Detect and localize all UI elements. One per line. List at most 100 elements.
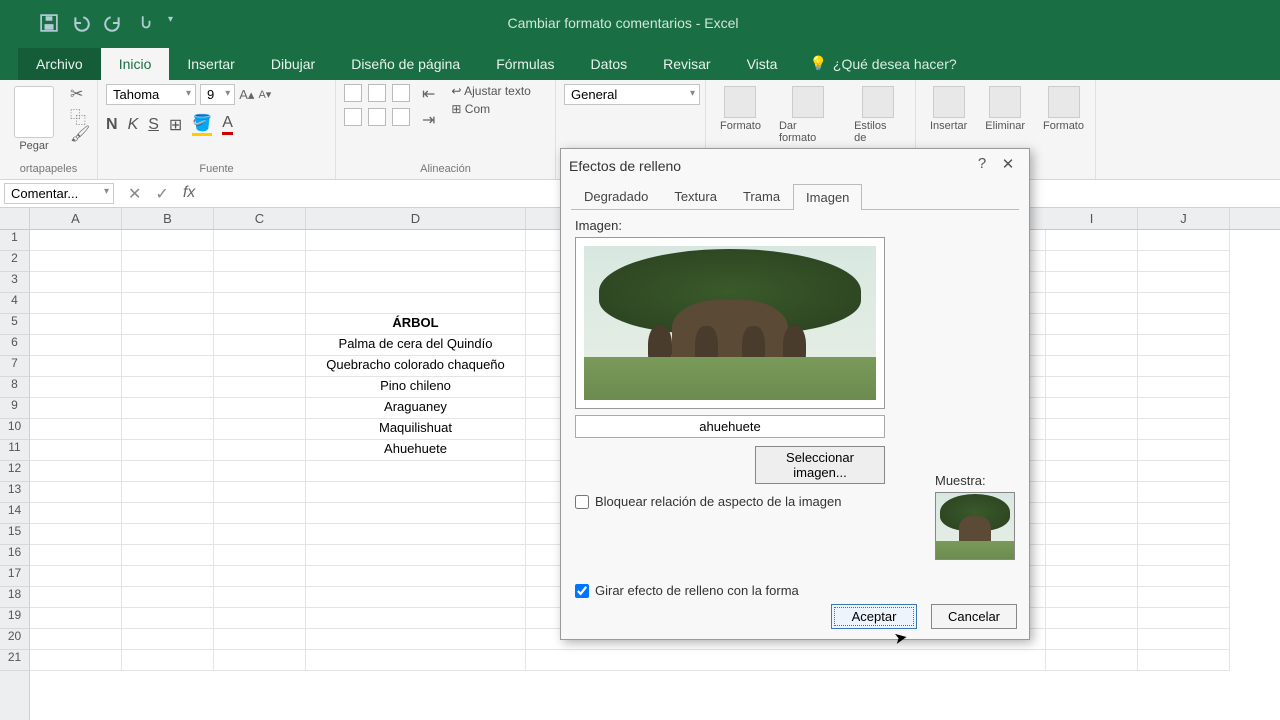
image-preview-frame xyxy=(575,237,885,409)
col-header[interactable]: I xyxy=(1046,208,1138,229)
bold-button[interactable]: N xyxy=(106,116,118,134)
select-image-button[interactable]: Seleccionar imagen... xyxy=(755,446,885,484)
number-format-combo[interactable]: General xyxy=(564,84,700,105)
qat-dropdown-icon[interactable]: ▾ xyxy=(168,14,186,32)
tell-me-text: ¿Qué desea hacer? xyxy=(833,56,957,72)
tab-view[interactable]: Vista xyxy=(729,48,796,80)
row-header[interactable]: 9 xyxy=(0,398,29,419)
col-header[interactable]: C xyxy=(214,208,306,229)
clipboard-group-label: ortapapeles xyxy=(8,161,89,175)
paste-button[interactable]: Pegar xyxy=(8,84,60,154)
cell-d8[interactable]: Pino chileno xyxy=(306,377,526,398)
cell-d10[interactable]: Maquilishuat xyxy=(306,419,526,440)
cell-d11[interactable]: Ahuehuete xyxy=(306,440,526,461)
font-color-icon[interactable]: A xyxy=(222,114,233,135)
cell-d5[interactable]: ÁRBOL xyxy=(306,314,526,335)
name-box[interactable]: Comentar... xyxy=(4,183,114,204)
row-header[interactable]: 12 xyxy=(0,461,29,482)
row-header[interactable]: 10 xyxy=(0,419,29,440)
indent-decrease-icon[interactable]: ⇤ xyxy=(422,84,435,104)
undo-icon[interactable] xyxy=(72,14,90,32)
redo-icon[interactable] xyxy=(104,14,122,32)
cancel-button[interactable]: Cancelar xyxy=(931,604,1017,629)
cell-styles-button[interactable]: Estilos de xyxy=(848,84,907,146)
increase-font-icon[interactable]: A▴ xyxy=(239,87,254,103)
cell-d6[interactable]: Palma de cera del Quindío xyxy=(306,335,526,356)
confirm-edit-icon[interactable]: ✓ xyxy=(155,184,168,204)
row-header[interactable]: 6 xyxy=(0,335,29,356)
row-header[interactable]: 4 xyxy=(0,293,29,314)
lock-aspect-label: Bloquear relación de aspecto de la image… xyxy=(595,494,841,509)
help-icon[interactable]: ? xyxy=(969,155,995,177)
indent-increase-icon[interactable]: ⇥ xyxy=(422,110,435,130)
row-header[interactable]: 13 xyxy=(0,482,29,503)
row-header[interactable]: 14 xyxy=(0,503,29,524)
cut-icon[interactable]: ✂ xyxy=(70,84,84,98)
row-header[interactable]: 18 xyxy=(0,587,29,608)
close-icon[interactable]: ✕ xyxy=(995,155,1021,177)
cell-d9[interactable]: Araguaney xyxy=(306,398,526,419)
italic-button[interactable]: K xyxy=(128,116,139,134)
rotate-fill-input[interactable] xyxy=(575,584,589,598)
col-header[interactable]: J xyxy=(1138,208,1230,229)
tab-texture[interactable]: Textura xyxy=(661,183,730,209)
col-header[interactable]: A xyxy=(30,208,122,229)
touch-icon[interactable] xyxy=(136,14,154,32)
lock-aspect-input[interactable] xyxy=(575,495,589,509)
row-header[interactable]: 20 xyxy=(0,629,29,650)
row-header[interactable]: 15 xyxy=(0,524,29,545)
tab-image[interactable]: Imagen xyxy=(793,184,862,210)
image-name-field[interactable]: ahuehuete xyxy=(575,415,885,438)
tab-review[interactable]: Revisar xyxy=(645,48,728,80)
conditional-format-button[interactable]: Formato xyxy=(714,84,767,134)
select-all-corner[interactable] xyxy=(0,208,29,230)
format-painter-icon[interactable]: 🖌 xyxy=(70,124,84,138)
rotate-fill-checkbox[interactable]: Girar efecto de relleno con la forma xyxy=(575,583,1015,598)
rotate-fill-label: Girar efecto de relleno con la forma xyxy=(595,583,799,598)
row-header[interactable]: 21 xyxy=(0,650,29,671)
col-header[interactable]: B xyxy=(122,208,214,229)
wrap-text-button[interactable]: ↩ Ajustar texto xyxy=(451,84,530,98)
row-header[interactable]: 3 xyxy=(0,272,29,293)
format-cells-button[interactable]: Formato xyxy=(1037,84,1090,134)
col-header[interactable]: D xyxy=(306,208,526,229)
decrease-font-icon[interactable]: A▾ xyxy=(258,88,271,101)
tab-data[interactable]: Datos xyxy=(573,48,646,80)
row-header[interactable]: 11 xyxy=(0,440,29,461)
quick-access-toolbar: ▾ xyxy=(0,14,186,32)
font-name-combo[interactable]: Tahoma xyxy=(106,84,196,105)
border-icon[interactable]: ⊞ xyxy=(169,115,182,135)
tab-insert[interactable]: Insertar xyxy=(169,48,252,80)
row-header[interactable]: 5 xyxy=(0,314,29,335)
row-header[interactable]: 1 xyxy=(0,230,29,251)
save-icon[interactable] xyxy=(40,14,58,32)
fill-color-icon[interactable]: 🪣 xyxy=(192,113,212,136)
format-table-icon xyxy=(792,86,824,118)
cancel-edit-icon[interactable]: ✕ xyxy=(128,184,141,204)
fx-icon[interactable]: fx xyxy=(183,184,201,204)
row-header[interactable]: 7 xyxy=(0,356,29,377)
merge-button[interactable]: ⊞ Com xyxy=(451,102,530,116)
tab-file[interactable]: Archivo xyxy=(18,48,101,80)
alignment-grid[interactable] xyxy=(344,84,410,126)
underline-button[interactable]: S xyxy=(148,116,159,134)
format-table-button[interactable]: Dar formato xyxy=(773,84,842,146)
row-header[interactable]: 8 xyxy=(0,377,29,398)
tab-draw[interactable]: Dibujar xyxy=(253,48,333,80)
font-size-combo[interactable]: 9 xyxy=(200,84,235,105)
row-header[interactable]: 16 xyxy=(0,545,29,566)
row-header[interactable]: 17 xyxy=(0,566,29,587)
tab-pattern[interactable]: Trama xyxy=(730,183,793,209)
insert-cells-button[interactable]: Insertar xyxy=(924,84,973,134)
row-header[interactable]: 19 xyxy=(0,608,29,629)
tab-layout[interactable]: Diseño de página xyxy=(333,48,478,80)
copy-icon[interactable]: ⿻ xyxy=(70,104,84,118)
tab-home[interactable]: Inicio xyxy=(101,48,170,80)
row-header[interactable]: 2 xyxy=(0,251,29,272)
cell-d7[interactable]: Quebracho colorado chaqueño xyxy=(306,356,526,377)
tab-gradient[interactable]: Degradado xyxy=(571,183,661,209)
tell-me[interactable]: 💡 ¿Qué desea hacer? xyxy=(795,47,970,80)
tab-formulas[interactable]: Fórmulas xyxy=(478,48,572,80)
delete-cells-button[interactable]: Eliminar xyxy=(979,84,1031,134)
ok-button[interactable]: Aceptar xyxy=(831,604,917,629)
